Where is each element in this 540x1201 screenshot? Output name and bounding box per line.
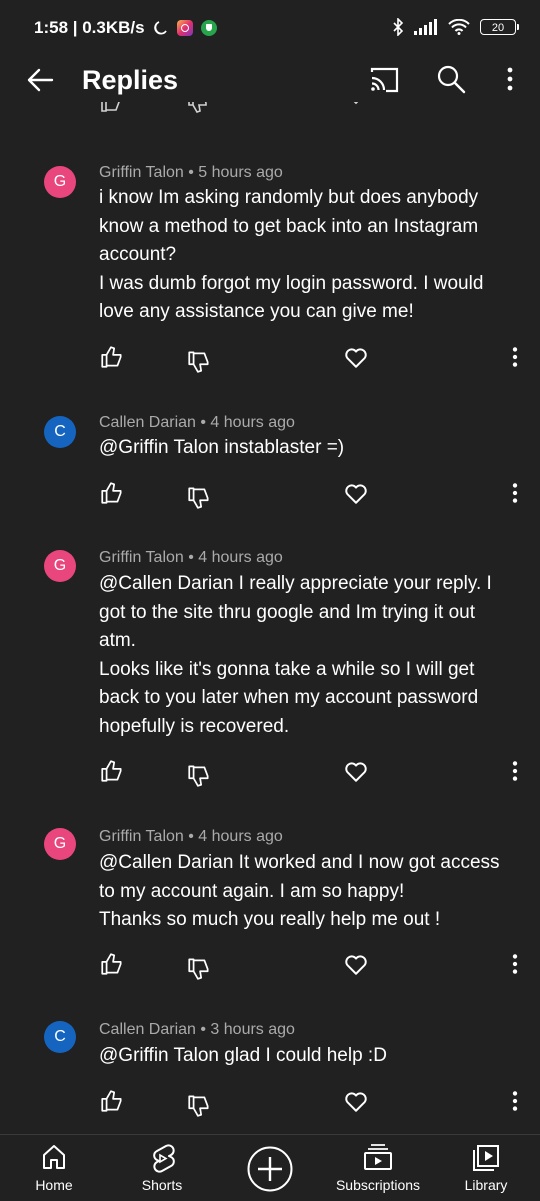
comment-meta: Griffin Talon • 4 hours ago <box>99 549 283 566</box>
heart-icon[interactable] <box>343 344 369 370</box>
thumbs-down-icon[interactable] <box>186 1092 212 1118</box>
comment-text: @Griffin Talon instablaster =) <box>99 434 519 463</box>
comment-line: account? <box>99 244 177 265</box>
instagram-notification-icon <box>176 20 193 36</box>
status-left: 1:58 | 0.3KB/s <box>34 18 217 38</box>
comment-line: atm. <box>99 630 136 651</box>
avatar[interactable]: G <box>44 828 76 860</box>
avatar[interactable]: G <box>44 550 76 582</box>
comment-line: got to the site thru google and Im tryin… <box>99 601 476 623</box>
heart-icon[interactable] <box>343 758 369 784</box>
home-icon <box>43 1145 65 1169</box>
chevron-down-icon <box>353 102 359 105</box>
thumbs-down-icon <box>188 102 207 113</box>
thumbs-up-icon[interactable] <box>99 951 125 977</box>
comment-line: @Callen Darian I really appreciate your … <box>99 573 492 594</box>
comment-line: @Griffin Talon instablaster =) <box>99 437 345 458</box>
thumbs-up-icon[interactable] <box>99 480 125 506</box>
heart-icon[interactable] <box>343 480 369 506</box>
comment-line: @Callen Darian It worked and I now got a… <box>99 852 500 873</box>
search-icon[interactable] <box>436 64 466 94</box>
more-vert-icon[interactable] <box>502 758 528 784</box>
cast-icon[interactable] <box>368 66 400 94</box>
status-time-speed: 1:58 | 0.3KB/s <box>34 18 145 37</box>
comment-actions <box>0 1088 540 1118</box>
comment-text: @Callen Darian I really appreciate your … <box>99 570 519 741</box>
wifi-icon <box>448 19 470 35</box>
more-vert-icon[interactable] <box>502 344 528 370</box>
thumbs-up-icon <box>101 102 120 112</box>
comment-text: i know Im asking randomly but does anybo… <box>99 184 519 327</box>
comment-line: I was dumb forgot my login password. I w… <box>99 272 484 294</box>
status-right: 20 <box>392 18 519 36</box>
library-icon <box>473 1145 499 1171</box>
bluetooth-icon <box>393 18 404 36</box>
plus-circle-icon <box>247 1146 293 1192</box>
arrow-left-icon[interactable] <box>24 64 56 96</box>
comment-actions <box>0 758 540 788</box>
thumbs-up-icon[interactable] <box>99 1088 125 1114</box>
app-bar: Replies <box>0 58 540 102</box>
comment-actions <box>0 480 540 510</box>
thumbs-down-icon[interactable] <box>186 762 212 788</box>
more-vert-icon[interactable] <box>502 1088 528 1114</box>
shorts-icon <box>153 1144 175 1173</box>
comment-text: @Griffin Talon glad I could help :D <box>99 1042 519 1071</box>
thumbs-down-icon[interactable] <box>186 484 212 510</box>
bottom-navigation: Home Shorts Subscriptions Library <box>0 1134 540 1201</box>
thumbs-down-icon[interactable] <box>186 955 212 981</box>
subscriptions-icon <box>364 1144 392 1170</box>
more-vert-icon[interactable] <box>498 64 522 94</box>
comment-text: @Callen Darian It worked and I now got a… <box>99 849 519 935</box>
heart-icon[interactable] <box>343 1088 369 1114</box>
comment-actions <box>0 344 540 374</box>
vpn-shield-icon <box>200 20 217 36</box>
nav-subscriptions[interactable]: Subscriptions <box>330 1135 426 1201</box>
signal-icon <box>414 19 437 35</box>
nav-home-label: Home <box>35 1177 73 1193</box>
comment-line: to my account again. I am so happy! <box>99 880 405 902</box>
nav-library-label: Library <box>464 1177 508 1193</box>
thumbs-down-icon[interactable] <box>186 348 212 374</box>
comment-line: know a method to get back into an Instag… <box>99 215 479 237</box>
status-bar: 1:58 | 0.3KB/s 20 <box>0 0 540 58</box>
comment-meta: Callen Darian • 4 hours ago <box>99 414 295 431</box>
nav-library[interactable]: Library <box>456 1135 516 1201</box>
avatar[interactable]: C <box>44 416 76 448</box>
comment-line: @Griffin Talon glad I could help :D <box>99 1045 387 1066</box>
thumbs-up-icon[interactable] <box>99 758 125 784</box>
comment-meta: Griffin Talon • 5 hours ago <box>99 164 283 181</box>
nav-home[interactable]: Home <box>24 1135 84 1201</box>
more-vert-icon[interactable] <box>502 480 528 506</box>
thumbs-up-icon[interactable] <box>99 344 125 370</box>
comment-line: love any assistance you can give me! <box>99 301 414 322</box>
comment-line: hopefully is recovered. <box>99 715 290 737</box>
nav-shorts[interactable]: Shorts <box>132 1135 192 1201</box>
avatar[interactable]: C <box>44 1021 76 1053</box>
comment-actions <box>0 951 540 981</box>
comment-line: Thanks so much you really help me out ! <box>99 909 441 930</box>
page-title: Replies <box>82 65 179 95</box>
comment-meta: Griffin Talon • 4 hours ago <box>99 828 283 845</box>
battery-indicator: 20 <box>480 19 519 35</box>
comment-line: i know Im asking randomly but does anybo… <box>99 187 479 208</box>
comment-line: back to you later when my account passwo… <box>99 687 479 708</box>
comment-meta: Callen Darian • 3 hours ago <box>99 1021 295 1038</box>
comment-line: Looks like it's gonna take a while so I … <box>99 658 475 680</box>
nav-shorts-label: Shorts <box>141 1177 183 1193</box>
nav-create[interactable] <box>240 1135 300 1201</box>
nav-subscriptions-label: Subscriptions <box>335 1177 421 1193</box>
previous-comment-actions <box>0 102 540 120</box>
avatar[interactable]: G <box>44 166 76 198</box>
heart-icon[interactable] <box>343 951 369 977</box>
moon-icon <box>153 21 167 35</box>
more-vert-icon[interactable] <box>502 951 528 977</box>
